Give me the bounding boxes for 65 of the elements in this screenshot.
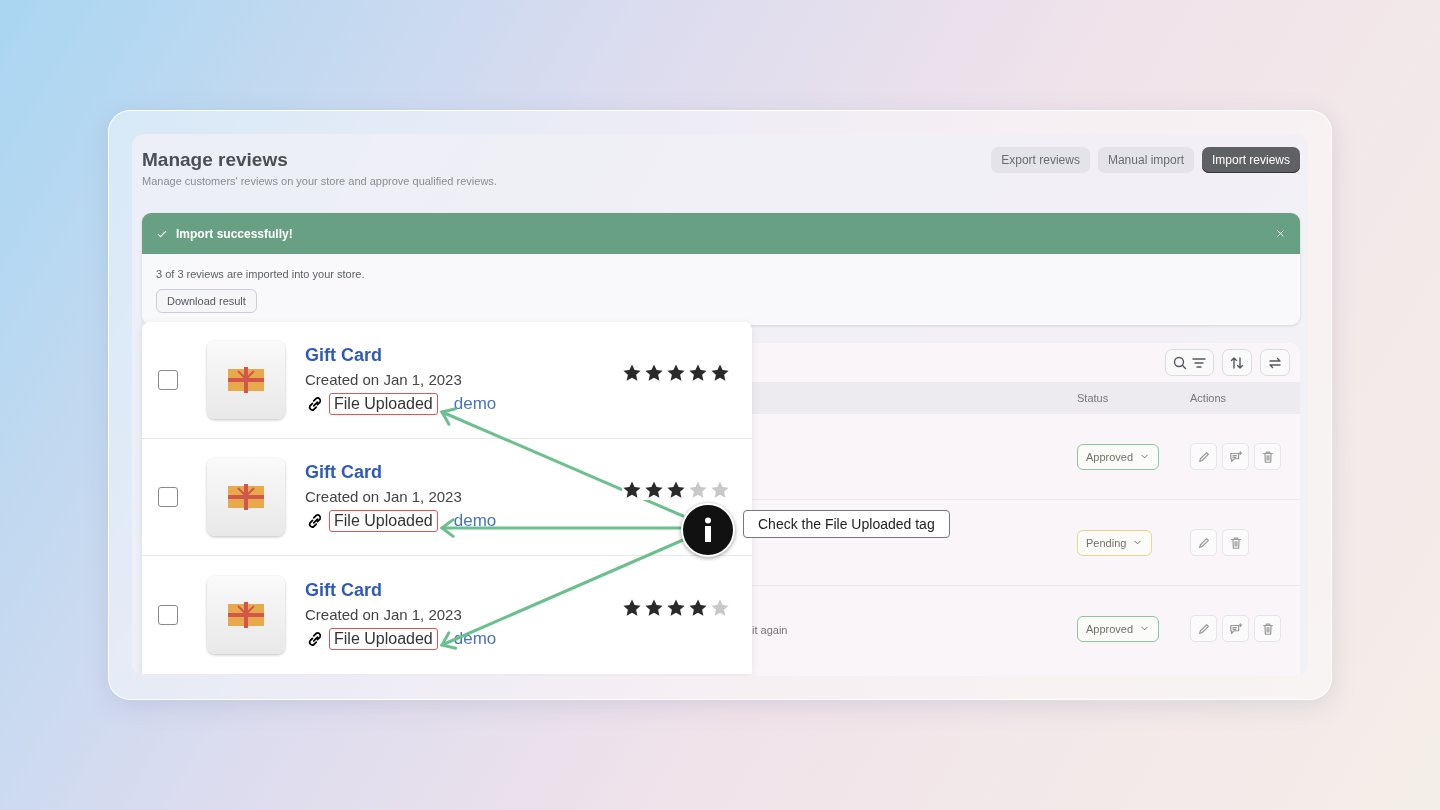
page-subtitle: Manage customers' reviews on your store and approve qualified reviews. (142, 175, 497, 187)
edit-button[interactable] (1190, 443, 1217, 470)
delete-button[interactable] (1254, 615, 1281, 642)
created-date: Created on Jan 1, 2023 (305, 605, 463, 623)
product-name[interactable]: Gift Card (305, 345, 622, 366)
file-uploaded-tag: File Uploaded (329, 393, 438, 415)
created-date: Created on Jan 1, 2023 (305, 371, 463, 388)
chat-bubble-icon (1228, 621, 1243, 636)
reply-button[interactable] (1222, 615, 1249, 642)
sync-button[interactable] (1260, 349, 1290, 376)
delete-button[interactable] (1222, 529, 1249, 556)
search-icon (1172, 354, 1188, 371)
gift-box-icon (228, 484, 264, 510)
product-name[interactable]: Gift Card (305, 462, 622, 483)
checkbox[interactable] (158, 604, 178, 625)
star-icon (644, 363, 664, 383)
download-button[interactable]: Download result (156, 289, 257, 313)
created-date: Created on Jan 1, 2023 (305, 488, 463, 505)
product-name[interactable]: Gift Card (305, 579, 622, 601)
manual-import-button[interactable]: Manual import (1097, 147, 1194, 173)
star-icon (666, 480, 686, 500)
star-icon (710, 480, 730, 500)
reply-button[interactable] (1222, 443, 1249, 470)
star-icon (622, 480, 642, 500)
column-header: Actions (1190, 391, 1228, 404)
close-icon (1275, 228, 1286, 239)
status-dropdown[interactable]: Approved (1077, 615, 1160, 642)
status-dropdown[interactable]: Pending (1077, 529, 1153, 556)
banner-message: 3 of 3 reviews are imported into your store. (156, 268, 366, 280)
edit-button[interactable] (1190, 529, 1217, 556)
star-icon (666, 363, 686, 383)
trash-icon (1228, 535, 1243, 550)
delete-button[interactable] (1254, 443, 1281, 470)
table-cell-text: it again (751, 623, 788, 636)
export-button[interactable]: Export reviews (991, 147, 1090, 173)
callout-label: Check the File Uploaded tag (743, 510, 950, 538)
star-icon (710, 363, 730, 383)
sort-button[interactable] (1222, 349, 1252, 376)
chat-bubble-icon (1228, 449, 1243, 464)
gift-box-icon (228, 367, 264, 393)
pencil-icon (1196, 449, 1211, 464)
star-icon (644, 480, 664, 500)
column-header: Status (1077, 391, 1110, 404)
source-label: demo (453, 511, 497, 531)
pencil-icon (1196, 535, 1211, 550)
sort-icon (1229, 354, 1245, 371)
star-icon (622, 363, 642, 383)
search-filter-button[interactable] (1165, 349, 1214, 376)
banner-title: Import successfully! (176, 226, 294, 241)
page-title: Manage reviews (142, 149, 289, 171)
file-uploaded-tag: File Uploaded (329, 627, 438, 650)
checkbox[interactable] (158, 487, 178, 507)
star-icon (688, 480, 708, 500)
gift-box-icon (228, 601, 264, 628)
star-icon (688, 363, 708, 383)
trash-icon (1260, 449, 1275, 464)
file-uploaded-tag: File Uploaded (329, 510, 438, 532)
close-button[interactable] (1275, 228, 1286, 239)
status-dropdown[interactable]: Approved (1077, 443, 1160, 470)
source-label: demo (453, 394, 497, 414)
edit-button[interactable] (1190, 615, 1217, 642)
import-button[interactable]: Import reviews (1201, 147, 1300, 173)
trash-icon (1260, 621, 1275, 636)
pencil-icon (1196, 621, 1211, 636)
checkbox[interactable] (158, 370, 178, 390)
